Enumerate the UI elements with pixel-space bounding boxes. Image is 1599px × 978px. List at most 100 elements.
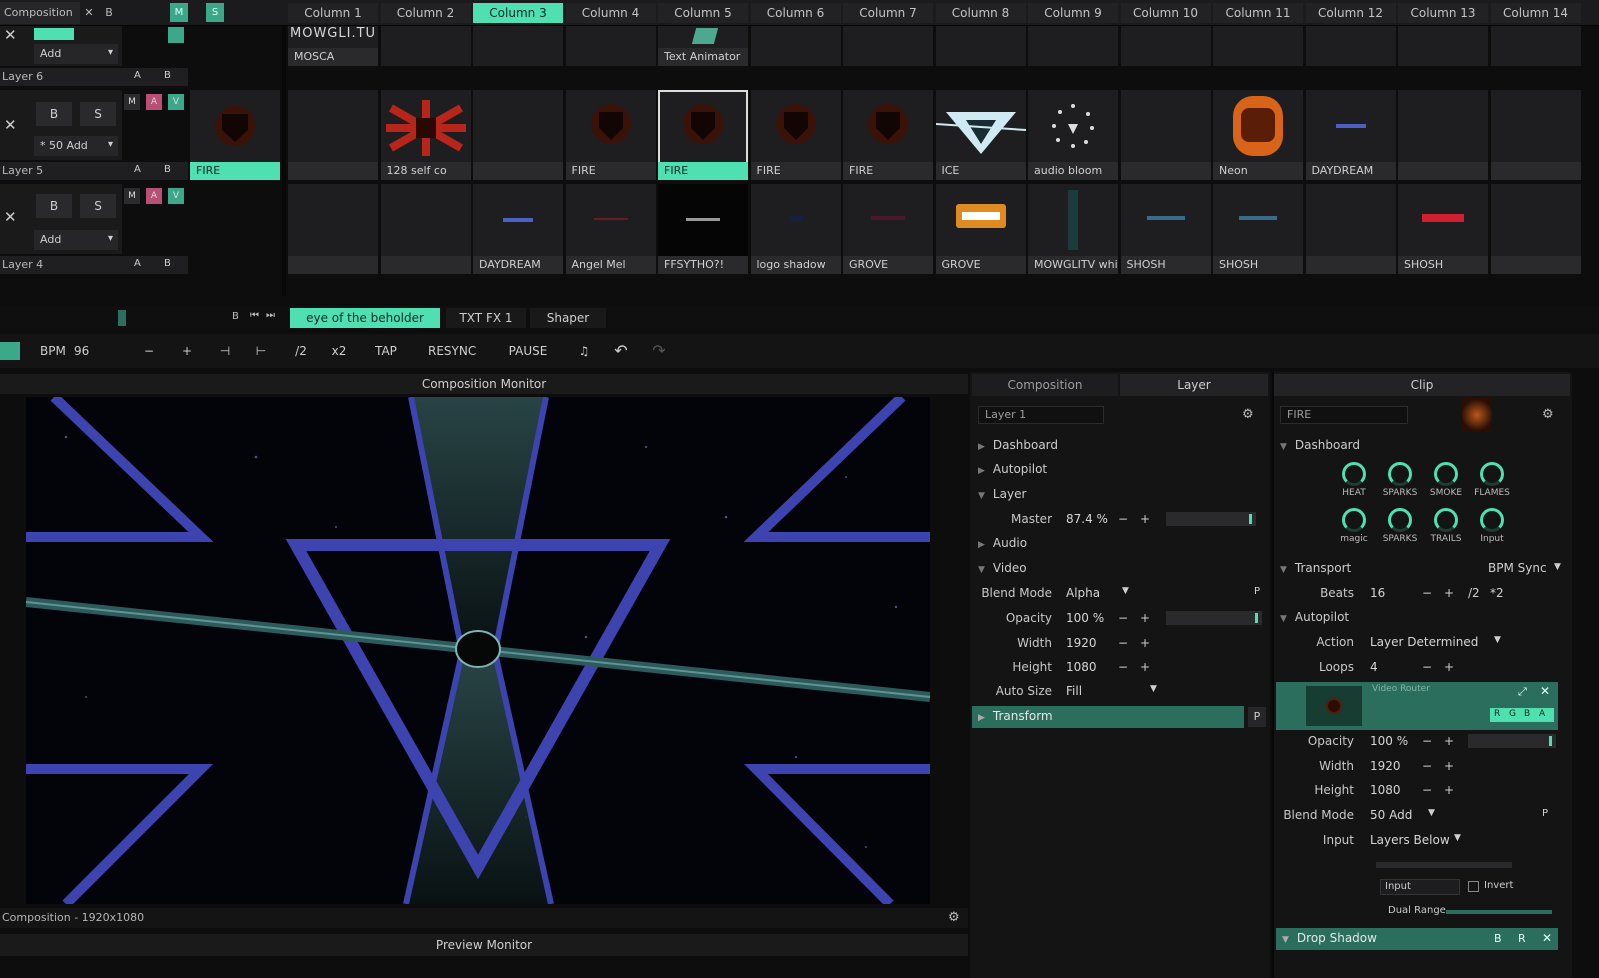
bpm-value[interactable]: 96 (74, 341, 89, 361)
section-autopilot[interactable]: ▶ Autopilot (978, 462, 1047, 476)
drop-shadow-bypass[interactable]: B (1494, 932, 1502, 945)
column-header-11[interactable]: Column 11 (1213, 3, 1303, 23)
drop-shadow-effect[interactable]: ▼ Drop Shadow (1276, 928, 1558, 950)
chevron-down-icon[interactable]: ▼ (1454, 833, 1461, 843)
composition-solo-button[interactable]: S (206, 3, 224, 22)
layer5-clip-5[interactable]: FIRE (658, 90, 748, 180)
chevron-down-icon[interactable]: ▼ (1554, 562, 1561, 572)
column-header-8[interactable]: Column 8 (935, 3, 1026, 23)
layer4-clip-10[interactable]: SHOSH (1120, 184, 1211, 274)
fx-width-value[interactable]: 1920 (1370, 759, 1401, 773)
knob-knobs_row1-3[interactable]: FLAMES (1470, 462, 1514, 498)
bypass-composition-button[interactable]: B (100, 3, 118, 22)
layer6-clip-9[interactable] (1028, 26, 1118, 66)
layer6-clip-11[interactable] (1213, 26, 1303, 66)
clip-name-field[interactable]: FIRE (1280, 406, 1408, 424)
layer5-clip-6[interactable]: FIRE (750, 90, 841, 180)
column-header-2[interactable]: Column 2 (380, 3, 471, 23)
expand-icon[interactable]: ⤢ (1518, 685, 1527, 699)
chevron-down-icon[interactable]: ▼ (1428, 808, 1435, 818)
layer-5-solo-button[interactable]: S (80, 102, 116, 126)
loops-decrease[interactable]: − (1422, 660, 1432, 674)
height-increase[interactable]: + (1140, 660, 1150, 674)
gear-icon[interactable]: ⚙ (1242, 407, 1254, 422)
layer6-clip-12[interactable] (1305, 26, 1396, 66)
nudge-forward-icon[interactable]: ⊢ (254, 341, 268, 361)
fx-opacity-increase[interactable]: + (1444, 734, 1454, 748)
layer5-clip-14[interactable] (1490, 90, 1581, 180)
master-decrease[interactable]: − (1118, 512, 1128, 526)
layer5-clip-9[interactable]: audio bloom (1028, 90, 1118, 180)
blend-param-p[interactable]: P (1254, 586, 1260, 597)
deck-tab-txt-fx[interactable]: TXT FX 1 (446, 308, 526, 328)
column-header-6[interactable]: Column 6 (750, 3, 841, 23)
composition-menu[interactable]: Composition (0, 2, 80, 24)
master-value[interactable]: 87.4 % (1066, 512, 1108, 526)
layer4-clip-12[interactable] (1305, 184, 1396, 274)
layer-4-solo-button[interactable]: S (80, 194, 116, 218)
channel-b-toggle[interactable]: B (1524, 709, 1530, 719)
channel-a-toggle[interactable]: A (1539, 709, 1545, 719)
layer-4-a-button[interactable]: A (134, 258, 141, 269)
layer4-clip-6[interactable]: logo shadow (750, 184, 841, 274)
layer5-clip-2[interactable]: 128 self co (380, 90, 471, 180)
skip-forward-icon[interactable]: ⏭ (266, 310, 275, 321)
layer6-clip-14[interactable] (1490, 26, 1581, 66)
deck-tab-shaper[interactable]: Shaper (530, 308, 606, 328)
range-track[interactable] (1376, 862, 1512, 868)
fx-width-decrease[interactable]: − (1422, 759, 1432, 773)
knob-knobs_row1-1[interactable]: SPARKS (1378, 462, 1422, 498)
action-select[interactable]: Layer Determined (1370, 635, 1478, 649)
layer5-clip-10[interactable] (1120, 90, 1211, 180)
undo-icon[interactable]: ↶ (612, 341, 630, 361)
layer-6-a-button[interactable]: A (134, 70, 141, 81)
close-icon[interactable]: ✕ (4, 208, 17, 226)
opacity-increase[interactable]: + (1140, 611, 1150, 625)
column-header-5[interactable]: Column 5 (658, 3, 748, 23)
composition-mute-button[interactable]: M (170, 3, 188, 22)
layer5-clip-1[interactable] (288, 90, 378, 180)
resync-button[interactable]: RESYNC (428, 341, 476, 361)
fx-opacity-slider[interactable] (1468, 734, 1556, 748)
fx-height-increase[interactable]: + (1444, 783, 1454, 797)
tab-layer[interactable]: Layer (1120, 374, 1268, 396)
height-decrease[interactable]: − (1118, 660, 1128, 674)
bpm-sync-select[interactable]: BPM Sync (1488, 561, 1547, 575)
fx-opacity-decrease[interactable]: − (1422, 734, 1432, 748)
autosize-select[interactable]: Fill (1066, 684, 1082, 698)
layer6-clip-10[interactable] (1120, 26, 1211, 66)
layer-5-a-button[interactable]: A (134, 164, 141, 175)
layer-5-audio-toggle[interactable]: A (146, 94, 162, 110)
bpm-double-button[interactable]: x2 (330, 341, 348, 361)
drop-shadow-reset[interactable]: R (1518, 932, 1526, 945)
tab-composition[interactable]: Composition (972, 374, 1118, 396)
tap-button[interactable]: TAP (372, 341, 400, 361)
gear-icon[interactable]: ⚙ (948, 910, 960, 925)
knob-knobs_row2-3[interactable]: Input (1470, 508, 1514, 544)
layer6-clip-3[interactable] (473, 26, 563, 66)
layer-5-launch-clip[interactable]: FIRE (190, 90, 280, 180)
layer6-clip-4[interactable] (565, 26, 656, 66)
redo-icon[interactable]: ↷ (650, 341, 668, 361)
layer5-clip-12[interactable]: DAYDREAM (1305, 90, 1396, 180)
knob-knobs_row2-2[interactable]: TRAILS (1424, 508, 1468, 544)
layer4-clip-8[interactable]: GROVE (935, 184, 1026, 274)
fx-blend-param-p[interactable]: P (1542, 808, 1548, 819)
layer6-clip-7[interactable] (843, 26, 933, 66)
chevron-down-icon[interactable]: ▼ (1494, 635, 1501, 645)
section-audio[interactable]: ▶ Audio (978, 536, 1027, 550)
layer5-clip-13[interactable] (1398, 90, 1488, 180)
section-layer[interactable]: ▼ Layer (978, 487, 1026, 501)
column-header-1[interactable]: Column 1 (288, 3, 378, 23)
bpm-decrease-button[interactable]: − (142, 341, 156, 361)
layer-name-field[interactable]: Layer 1 (978, 406, 1104, 424)
layer5-clip-11[interactable]: Neon (1213, 90, 1303, 180)
layer-4-video-toggle[interactable]: V (168, 188, 184, 204)
layer-5-blend-select[interactable]: * 50 Add (34, 136, 118, 156)
section-transform[interactable]: ▶ Transform (972, 706, 1244, 728)
column-header-14[interactable]: Column 14 (1490, 3, 1581, 23)
fx-blend-select[interactable]: 50 Add (1370, 808, 1412, 822)
layer-6-name[interactable]: Layer 6 (0, 68, 188, 86)
width-value[interactable]: 1920 (1066, 636, 1097, 650)
tab-clip[interactable]: Clip (1274, 374, 1570, 396)
